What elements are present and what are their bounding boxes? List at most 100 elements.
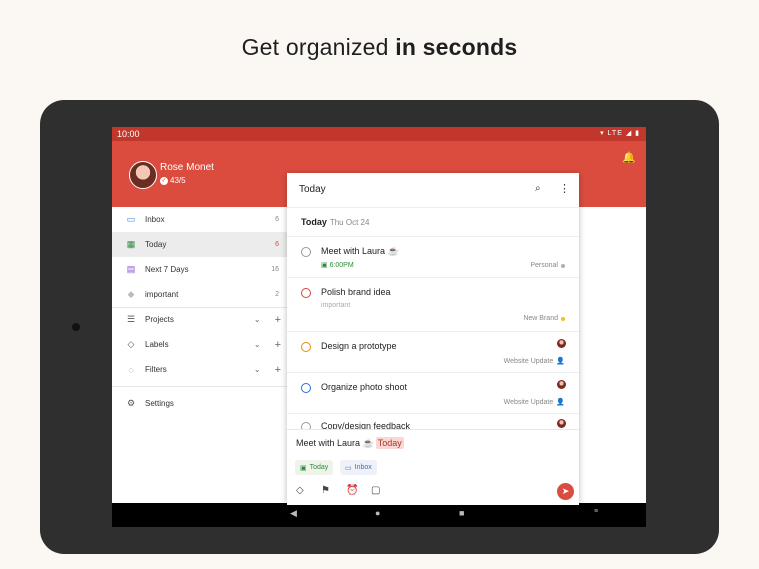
calendar-today-icon: ▦ bbox=[126, 239, 136, 249]
task-project: Website Update 👤 bbox=[503, 357, 565, 366]
sidebar-item-label: Inbox bbox=[145, 215, 165, 224]
tablet-camera bbox=[72, 323, 80, 331]
sidebar-item-labels[interactable]: ◇ Labels ⌄ + bbox=[112, 332, 287, 357]
search-icon[interactable]: ⌕ bbox=[535, 183, 541, 194]
sidebar-item-projects[interactable]: ☰ Projects ⌄ + bbox=[112, 307, 287, 332]
quick-add-bar: Meet with Laura ☕ Today ▣ Today ▭ Inbox ◇ ⚑… bbox=[287, 429, 579, 505]
sidebar-item-next-7-days[interactable]: ▤ Next 7 Days 16 bbox=[112, 257, 287, 282]
task-checkbox[interactable] bbox=[301, 342, 311, 352]
task-title: Meet with Laura ☕ bbox=[321, 246, 399, 256]
task-item[interactable]: Meet with Laura ☕ ▣ 6:00PM Personal bbox=[287, 236, 579, 278]
assignee-avatar bbox=[557, 419, 566, 428]
task-due-time: ▣ 6:00PM bbox=[321, 261, 354, 269]
send-button[interactable]: ➤ bbox=[557, 483, 574, 500]
section-title: Today bbox=[301, 217, 327, 227]
sidebar: ▭ Inbox 6 ▦ Today 6 ▤ Next 7 Days 16 ◆ i… bbox=[112, 207, 287, 503]
task-title: Organize photo shoot bbox=[321, 382, 408, 392]
avatar[interactable] bbox=[129, 161, 157, 189]
sidebar-item-inbox[interactable]: ▭ Inbox 6 bbox=[112, 207, 287, 232]
assignee-avatar bbox=[557, 339, 566, 348]
project-name: Personal bbox=[530, 262, 558, 269]
flag-icon[interactable]: ⚑ bbox=[321, 485, 330, 496]
chevron-down-icon[interactable]: ⌄ bbox=[254, 315, 261, 324]
panel-title: Today bbox=[299, 184, 326, 195]
section-heading: Today Thu Oct 24 bbox=[301, 217, 369, 227]
task-item[interactable]: Organize photo shoot Website Update 👤 bbox=[287, 372, 579, 414]
inbox-icon: ▭ bbox=[345, 464, 352, 472]
project-name: Website Update bbox=[503, 398, 554, 406]
sidebar-item-label: Filters bbox=[145, 365, 167, 374]
sidebar-item-today[interactable]: ▦ Today 6 bbox=[112, 232, 287, 257]
sidebar-item-count: 2 bbox=[275, 291, 279, 298]
section-date: Thu Oct 24 bbox=[329, 218, 370, 227]
person-icon: 👤 bbox=[556, 399, 565, 406]
task-project: Personal bbox=[530, 262, 565, 269]
task-title: Polish brand idea bbox=[321, 287, 391, 297]
calendar-week-icon: ▤ bbox=[126, 264, 136, 274]
chevron-down-icon[interactable]: ⌄ bbox=[254, 365, 261, 374]
filter-drop-icon: ◌ bbox=[128, 364, 134, 375]
calendar-icon: ▣ bbox=[300, 464, 307, 472]
headline-bold: in seconds bbox=[395, 34, 518, 60]
status-icons: ▾ LTE ◢ ▮ bbox=[600, 130, 640, 137]
task-label: important bbox=[321, 302, 351, 309]
add-filter-icon[interactable]: + bbox=[275, 364, 281, 376]
bell-icon[interactable]: 🔔 bbox=[622, 151, 636, 164]
assignee-avatar bbox=[557, 380, 566, 389]
task-checkbox[interactable] bbox=[301, 247, 311, 257]
sidebar-item-label: important bbox=[145, 290, 179, 299]
calendar-icon: ▣ bbox=[321, 262, 330, 269]
sidebar-divider bbox=[112, 386, 287, 387]
karma-check-icon: ✓ bbox=[160, 176, 168, 185]
sidebar-item-important[interactable]: ◆ important 2 bbox=[112, 282, 287, 307]
quick-add-input[interactable]: Meet with Laura ☕ Today bbox=[296, 437, 404, 449]
task-title: Design a prototype bbox=[321, 341, 397, 351]
task-project: Website Update 👤 bbox=[503, 398, 565, 407]
project-name: New Brand bbox=[523, 315, 558, 322]
quick-add-text: Meet with Laura ☕ bbox=[296, 438, 374, 448]
add-project-icon[interactable]: + bbox=[275, 314, 281, 326]
gear-icon: ⚙ bbox=[126, 398, 136, 408]
chip-label: Inbox bbox=[354, 464, 372, 471]
task-item[interactable]: Design a prototype Website Update 👤 bbox=[287, 331, 579, 373]
task-time: 6:00PM bbox=[329, 262, 354, 269]
more-options-icon[interactable]: ⋮ bbox=[559, 182, 570, 195]
today-panel: Today ⌕ ⋮ Today Thu Oct 24 Meet with Laur… bbox=[287, 173, 579, 505]
task-item[interactable]: Polish brand idea important New Brand bbox=[287, 277, 579, 332]
task-checkbox[interactable] bbox=[301, 383, 311, 393]
chevron-down-icon[interactable]: ⌄ bbox=[254, 340, 261, 349]
sidebar-item-settings[interactable]: ⚙ Settings bbox=[112, 391, 287, 416]
keyboard-icon[interactable]: ≡ bbox=[594, 508, 598, 515]
karma-value: 43/5 bbox=[170, 176, 186, 185]
label-icon[interactable]: ◇ bbox=[296, 485, 304, 496]
headline-normal: Get organized bbox=[241, 34, 396, 60]
karma-score: ✓ 43/5 bbox=[160, 176, 186, 185]
task-item[interactable]: Copy/design feedback bbox=[287, 413, 579, 430]
inbox-icon: ▭ bbox=[126, 214, 136, 224]
task-project: New Brand bbox=[523, 315, 565, 322]
back-icon[interactable]: ◀ bbox=[290, 508, 297, 519]
sidebar-item-label: Next 7 Days bbox=[145, 265, 189, 274]
status-time: 10:00 bbox=[117, 129, 140, 139]
project-chip[interactable]: ▭ Inbox bbox=[340, 460, 377, 475]
due-date-chip[interactable]: ▣ Today bbox=[295, 460, 334, 475]
sidebar-item-filters[interactable]: ◌ Filters ⌄ + bbox=[112, 357, 287, 382]
task-checkbox[interactable] bbox=[301, 288, 311, 298]
alarm-icon[interactable]: ⏰ bbox=[346, 485, 358, 496]
project-name: Website Update bbox=[503, 357, 554, 365]
sidebar-item-label: Labels bbox=[145, 340, 169, 349]
home-icon[interactable]: ● bbox=[375, 508, 380, 518]
quick-add-date-token: Today bbox=[375, 437, 404, 449]
chip-label: Today bbox=[309, 464, 329, 471]
page-headline: Get organized in seconds bbox=[0, 34, 759, 61]
comment-icon[interactable]: ▢ bbox=[371, 485, 380, 496]
panel-header: Today ⌕ ⋮ bbox=[287, 173, 579, 208]
status-bar: 10:00 ▾ LTE ◢ ▮ bbox=[112, 127, 646, 141]
list-icon: ☰ bbox=[126, 314, 136, 324]
sidebar-item-label: Today bbox=[145, 240, 167, 249]
project-color-dot bbox=[561, 316, 565, 321]
recents-icon[interactable]: ■ bbox=[459, 508, 464, 518]
label-icon: ◇ bbox=[127, 339, 135, 349]
sidebar-item-label: Settings bbox=[145, 399, 174, 408]
add-label-icon[interactable]: + bbox=[275, 339, 281, 351]
